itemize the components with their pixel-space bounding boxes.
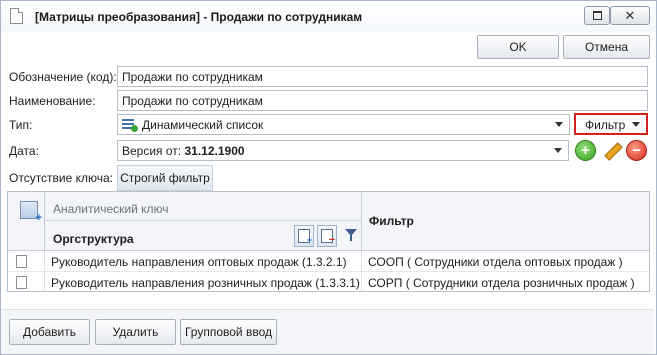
close-icon: ✕ (624, 8, 636, 23)
grid-header: Аналитический ключ Оргструктура + − Филь… (8, 192, 649, 251)
code-field[interactable]: Продажи по сотрудникам (117, 66, 648, 87)
analytic-key-header: Аналитический ключ (45, 192, 361, 221)
ok-button[interactable]: OK (477, 35, 559, 59)
add-column-icon[interactable] (20, 201, 42, 224)
name-label: Наименование: (9, 94, 96, 108)
group-input-button[interactable]: Групповой ввод (180, 319, 277, 345)
delete-version-icon[interactable]: − (626, 140, 647, 161)
name-field[interactable]: Продажи по сотрудникам (117, 90, 648, 111)
strict-filter-button[interactable]: Строгий фильтр (117, 165, 213, 191)
table-row[interactable]: Руководитель направления оптовых продаж … (8, 251, 649, 272)
filter-funnel-icon[interactable] (345, 229, 357, 241)
header-spacer (637, 192, 649, 250)
date-version-select[interactable]: Версия от: 31.12.1900 (117, 140, 569, 161)
row-document-icon (16, 276, 27, 289)
edit-pencil-icon[interactable] (601, 140, 623, 161)
table-row[interactable]: Руководитель направления розничных прода… (8, 272, 649, 291)
cancel-button[interactable]: Отмена (563, 35, 650, 59)
filter-cell: СОРП ( Сотрудники отдела розничных прода… (368, 276, 635, 290)
remove-key-icon[interactable]: − (317, 225, 337, 247)
missing-key-label: Отсутствие ключа: (9, 171, 114, 185)
filter-column-header[interactable]: Фильтр (361, 192, 638, 250)
filter-cell: СООП ( Сотрудники отдела оптовых продаж … (368, 255, 623, 269)
type-label: Тип: (9, 118, 33, 132)
row-document-icon (16, 255, 27, 268)
title-bar: [Матрицы преобразования] - Продажи по со… (1, 1, 656, 32)
code-label: Обозначение (код): (9, 70, 117, 84)
org-cell: Руководитель направления оптовых продаж … (51, 255, 347, 269)
chevron-down-icon (554, 148, 562, 153)
delete-button[interactable]: Удалить (95, 319, 176, 345)
close-button[interactable]: ✕ (610, 6, 650, 25)
chevron-down-icon (632, 122, 640, 127)
date-prefix: Версия от: (122, 144, 182, 158)
restore-button[interactable] (584, 6, 610, 25)
date-label: Дата: (9, 144, 39, 158)
type-select[interactable]: Динамический список (117, 114, 570, 135)
type-select-value: Динамический список (142, 118, 264, 132)
org-cell: Руководитель направления розничных прода… (51, 276, 360, 290)
window-title: [Матрицы преобразования] - Продажи по со… (35, 10, 363, 24)
add-key-icon[interactable]: + (294, 225, 314, 247)
date-value: 31.12.1900 (184, 144, 245, 158)
add-button[interactable]: Добавить (9, 319, 90, 345)
document-icon (10, 8, 23, 24)
filter-dropdown-button[interactable]: Фильтр (574, 113, 648, 135)
matrix-grid: Аналитический ключ Оргструктура + − Филь… (7, 191, 650, 292)
add-version-icon[interactable]: + (575, 140, 596, 161)
filter-button-label: Фильтр (585, 118, 626, 132)
chevron-down-icon (555, 122, 563, 127)
dynamic-list-icon (122, 118, 138, 132)
